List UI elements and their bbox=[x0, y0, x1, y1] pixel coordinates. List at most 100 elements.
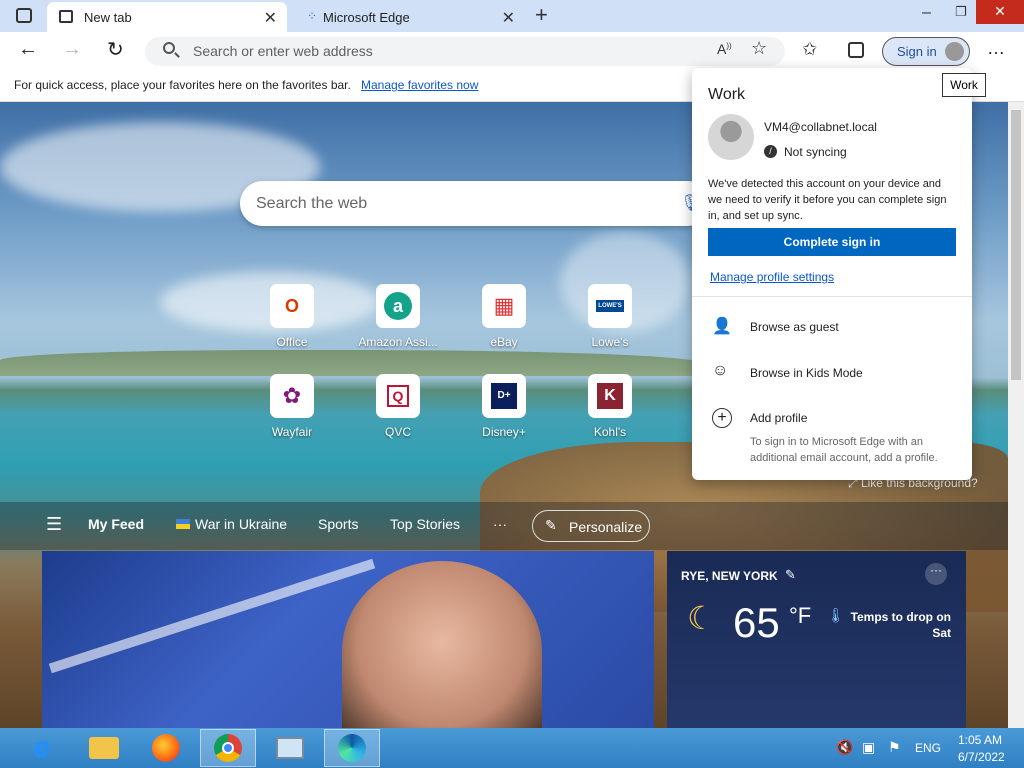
internet-explorer-icon[interactable]: e bbox=[14, 729, 70, 767]
quick-link-lowes[interactable]: LOWE'S Lowe's bbox=[565, 284, 655, 349]
sync-off-icon: / bbox=[764, 145, 777, 158]
edit-location-icon[interactable]: ✎ bbox=[785, 567, 796, 583]
action-center-icon[interactable]: ⚑ bbox=[888, 739, 901, 756]
tile-label: Wayfair bbox=[271, 425, 313, 439]
clock-date[interactable]: 6/7/2022 bbox=[958, 750, 1005, 764]
forward-arrow-icon: → bbox=[62, 38, 82, 60]
tile-glyph: ▦ bbox=[493, 293, 515, 318]
tab-actions-icon[interactable] bbox=[16, 8, 32, 23]
browse-kids-mode[interactable]: ☺ Browse in Kids Mode bbox=[692, 352, 972, 392]
address-bar[interactable]: Search or enter web address A)) ☆ bbox=[145, 37, 785, 66]
hamburger-menu-icon[interactable]: ☰ bbox=[46, 514, 62, 535]
wayfair-icon: ✿ bbox=[270, 374, 314, 418]
weather-more-button[interactable]: ··· bbox=[925, 563, 947, 585]
profile-flyout: Work VM4@collabnet.local / Not syncing W… bbox=[692, 68, 972, 480]
web-search-box[interactable]: Search the web 🎙 bbox=[240, 181, 710, 226]
add-favorite-icon[interactable]: ☆ bbox=[751, 38, 767, 59]
feed-tab-sports[interactable]: Sports bbox=[318, 516, 358, 532]
background-island bbox=[0, 350, 700, 376]
profile-avatar bbox=[708, 114, 754, 160]
feed-tab-ukraine[interactable]: War in Ukraine bbox=[195, 516, 287, 532]
guest-label: Browse as guest bbox=[750, 320, 839, 334]
browse-as-guest[interactable]: 👤 Browse as guest bbox=[692, 306, 972, 346]
verify-message: We've detected this account on your devi… bbox=[708, 178, 947, 222]
language-indicator[interactable]: ENG bbox=[915, 741, 941, 755]
restore-button[interactable]: ❐ bbox=[955, 4, 967, 20]
back-arrow-icon[interactable]: ← bbox=[18, 38, 38, 61]
close-tab-icon[interactable]: ✕ bbox=[264, 8, 277, 28]
feed-more-button[interactable]: ··· bbox=[493, 516, 507, 532]
favorites-icon[interactable]: ✩ bbox=[802, 39, 817, 60]
collections-icon[interactable] bbox=[848, 42, 864, 58]
tile-glyph: D+ bbox=[491, 383, 517, 409]
tile-glyph: a bbox=[384, 292, 412, 320]
tile-label: Lowe's bbox=[591, 335, 629, 349]
tab-title: New tab bbox=[84, 9, 132, 25]
personalize-button[interactable]: ✎ Personalize bbox=[532, 510, 650, 542]
sync-status: Not syncing bbox=[784, 145, 847, 159]
feed-tab-top-stories[interactable]: Top Stories bbox=[390, 516, 460, 532]
profile-title: Work bbox=[708, 86, 746, 103]
volume-muted-icon[interactable]: 🔇 bbox=[836, 739, 853, 756]
file-explorer-icon[interactable] bbox=[76, 729, 132, 767]
control-panel-icon[interactable] bbox=[262, 729, 318, 767]
ukraine-flag-icon bbox=[176, 519, 190, 529]
address-input[interactable]: Search or enter web address bbox=[193, 43, 373, 59]
manage-profile-link[interactable]: Manage profile settings bbox=[710, 270, 834, 284]
complete-sign-in-button[interactable]: Complete sign in bbox=[708, 228, 956, 256]
close-tab-icon[interactable]: ✕ bbox=[502, 8, 515, 28]
clock-time[interactable]: 1:05 AM bbox=[958, 733, 1002, 747]
personalize-label: Personalize bbox=[569, 519, 643, 535]
web-search-input[interactable]: Search the web bbox=[256, 195, 367, 213]
add-profile-icon: + bbox=[712, 408, 732, 428]
scrollbar-thumb[interactable] bbox=[1011, 110, 1021, 380]
tile-glyph: K bbox=[597, 383, 623, 409]
add-profile-desc: To sign in to Microsoft Edge with an add… bbox=[750, 436, 938, 464]
profile-email: VM4@collabnet.local bbox=[764, 120, 877, 134]
refresh-icon[interactable]: ↻ bbox=[107, 37, 124, 62]
weather-location: RYE, NEW YORK bbox=[681, 569, 778, 583]
network-icon[interactable]: ▣ bbox=[862, 739, 875, 756]
tab-microsoft-edge[interactable]: ⁘ Microsoft Edge ✕ bbox=[289, 2, 525, 32]
disney-plus-icon: D+ bbox=[482, 374, 526, 418]
amazon-icon: a bbox=[376, 284, 420, 328]
quick-link-amazon[interactable]: a Amazon Assi... bbox=[353, 284, 443, 349]
news-card-image[interactable] bbox=[42, 551, 654, 741]
tile-label: Kohl's bbox=[593, 425, 627, 439]
kohls-icon: K bbox=[588, 374, 632, 418]
news-photo-face bbox=[342, 561, 542, 741]
tab-new-tab[interactable]: New tab ✕ bbox=[47, 2, 287, 32]
ebay-icon: ▦ bbox=[482, 284, 526, 328]
quick-link-office[interactable]: O Office bbox=[247, 284, 337, 349]
read-aloud-icon[interactable]: A)) bbox=[717, 41, 732, 57]
sign-in-button[interactable]: Sign in bbox=[882, 37, 970, 66]
chrome-icon[interactable] bbox=[200, 729, 256, 767]
quick-link-wayfair[interactable]: ✿ Wayfair bbox=[247, 374, 337, 439]
search-icon bbox=[163, 42, 175, 54]
minimize-button[interactable]: – bbox=[922, 4, 931, 22]
tile-label: Office bbox=[276, 335, 308, 349]
tile-glyph: Q bbox=[387, 385, 409, 407]
new-tab-button[interactable]: + bbox=[535, 2, 548, 28]
quick-link-disney[interactable]: D+ Disney+ bbox=[459, 374, 549, 439]
settings-more-icon[interactable]: … bbox=[987, 38, 1005, 59]
tile-glyph: ✿ bbox=[282, 383, 302, 408]
new-tab-page-icon bbox=[59, 10, 73, 23]
weather-card[interactable]: RYE, NEW YORK ✎ ··· ☾ 65 °F 🌡 Temps to d… bbox=[667, 551, 966, 728]
monitor-shape bbox=[276, 737, 304, 759]
tile-glyph: O bbox=[284, 295, 299, 316]
quick-link-qvc[interactable]: Q QVC bbox=[353, 374, 443, 439]
close-window-button[interactable]: ✕ bbox=[976, 0, 1024, 24]
add-profile[interactable]: + Add profile To sign in to Microsoft Ed… bbox=[692, 398, 972, 468]
weather-temp: 65 bbox=[733, 599, 780, 646]
quick-link-kohls[interactable]: K Kohl's bbox=[565, 374, 655, 439]
manage-favorites-link[interactable]: Manage favorites now bbox=[361, 78, 478, 92]
edge-loading-icon: ⁘ bbox=[307, 9, 318, 23]
windows-taskbar: e 🔇 ▣ ⚑ ENG 1:05 AM 6/7/2022 bbox=[0, 728, 1024, 768]
page-scrollbar[interactable] bbox=[1008, 102, 1024, 728]
weather-forecast: Temps to drop on Sat bbox=[850, 610, 951, 640]
quick-link-ebay[interactable]: ▦ eBay bbox=[459, 284, 549, 349]
feed-tab-my-feed[interactable]: My Feed bbox=[88, 516, 144, 532]
edge-icon[interactable] bbox=[324, 729, 380, 767]
firefox-icon[interactable] bbox=[138, 729, 194, 767]
